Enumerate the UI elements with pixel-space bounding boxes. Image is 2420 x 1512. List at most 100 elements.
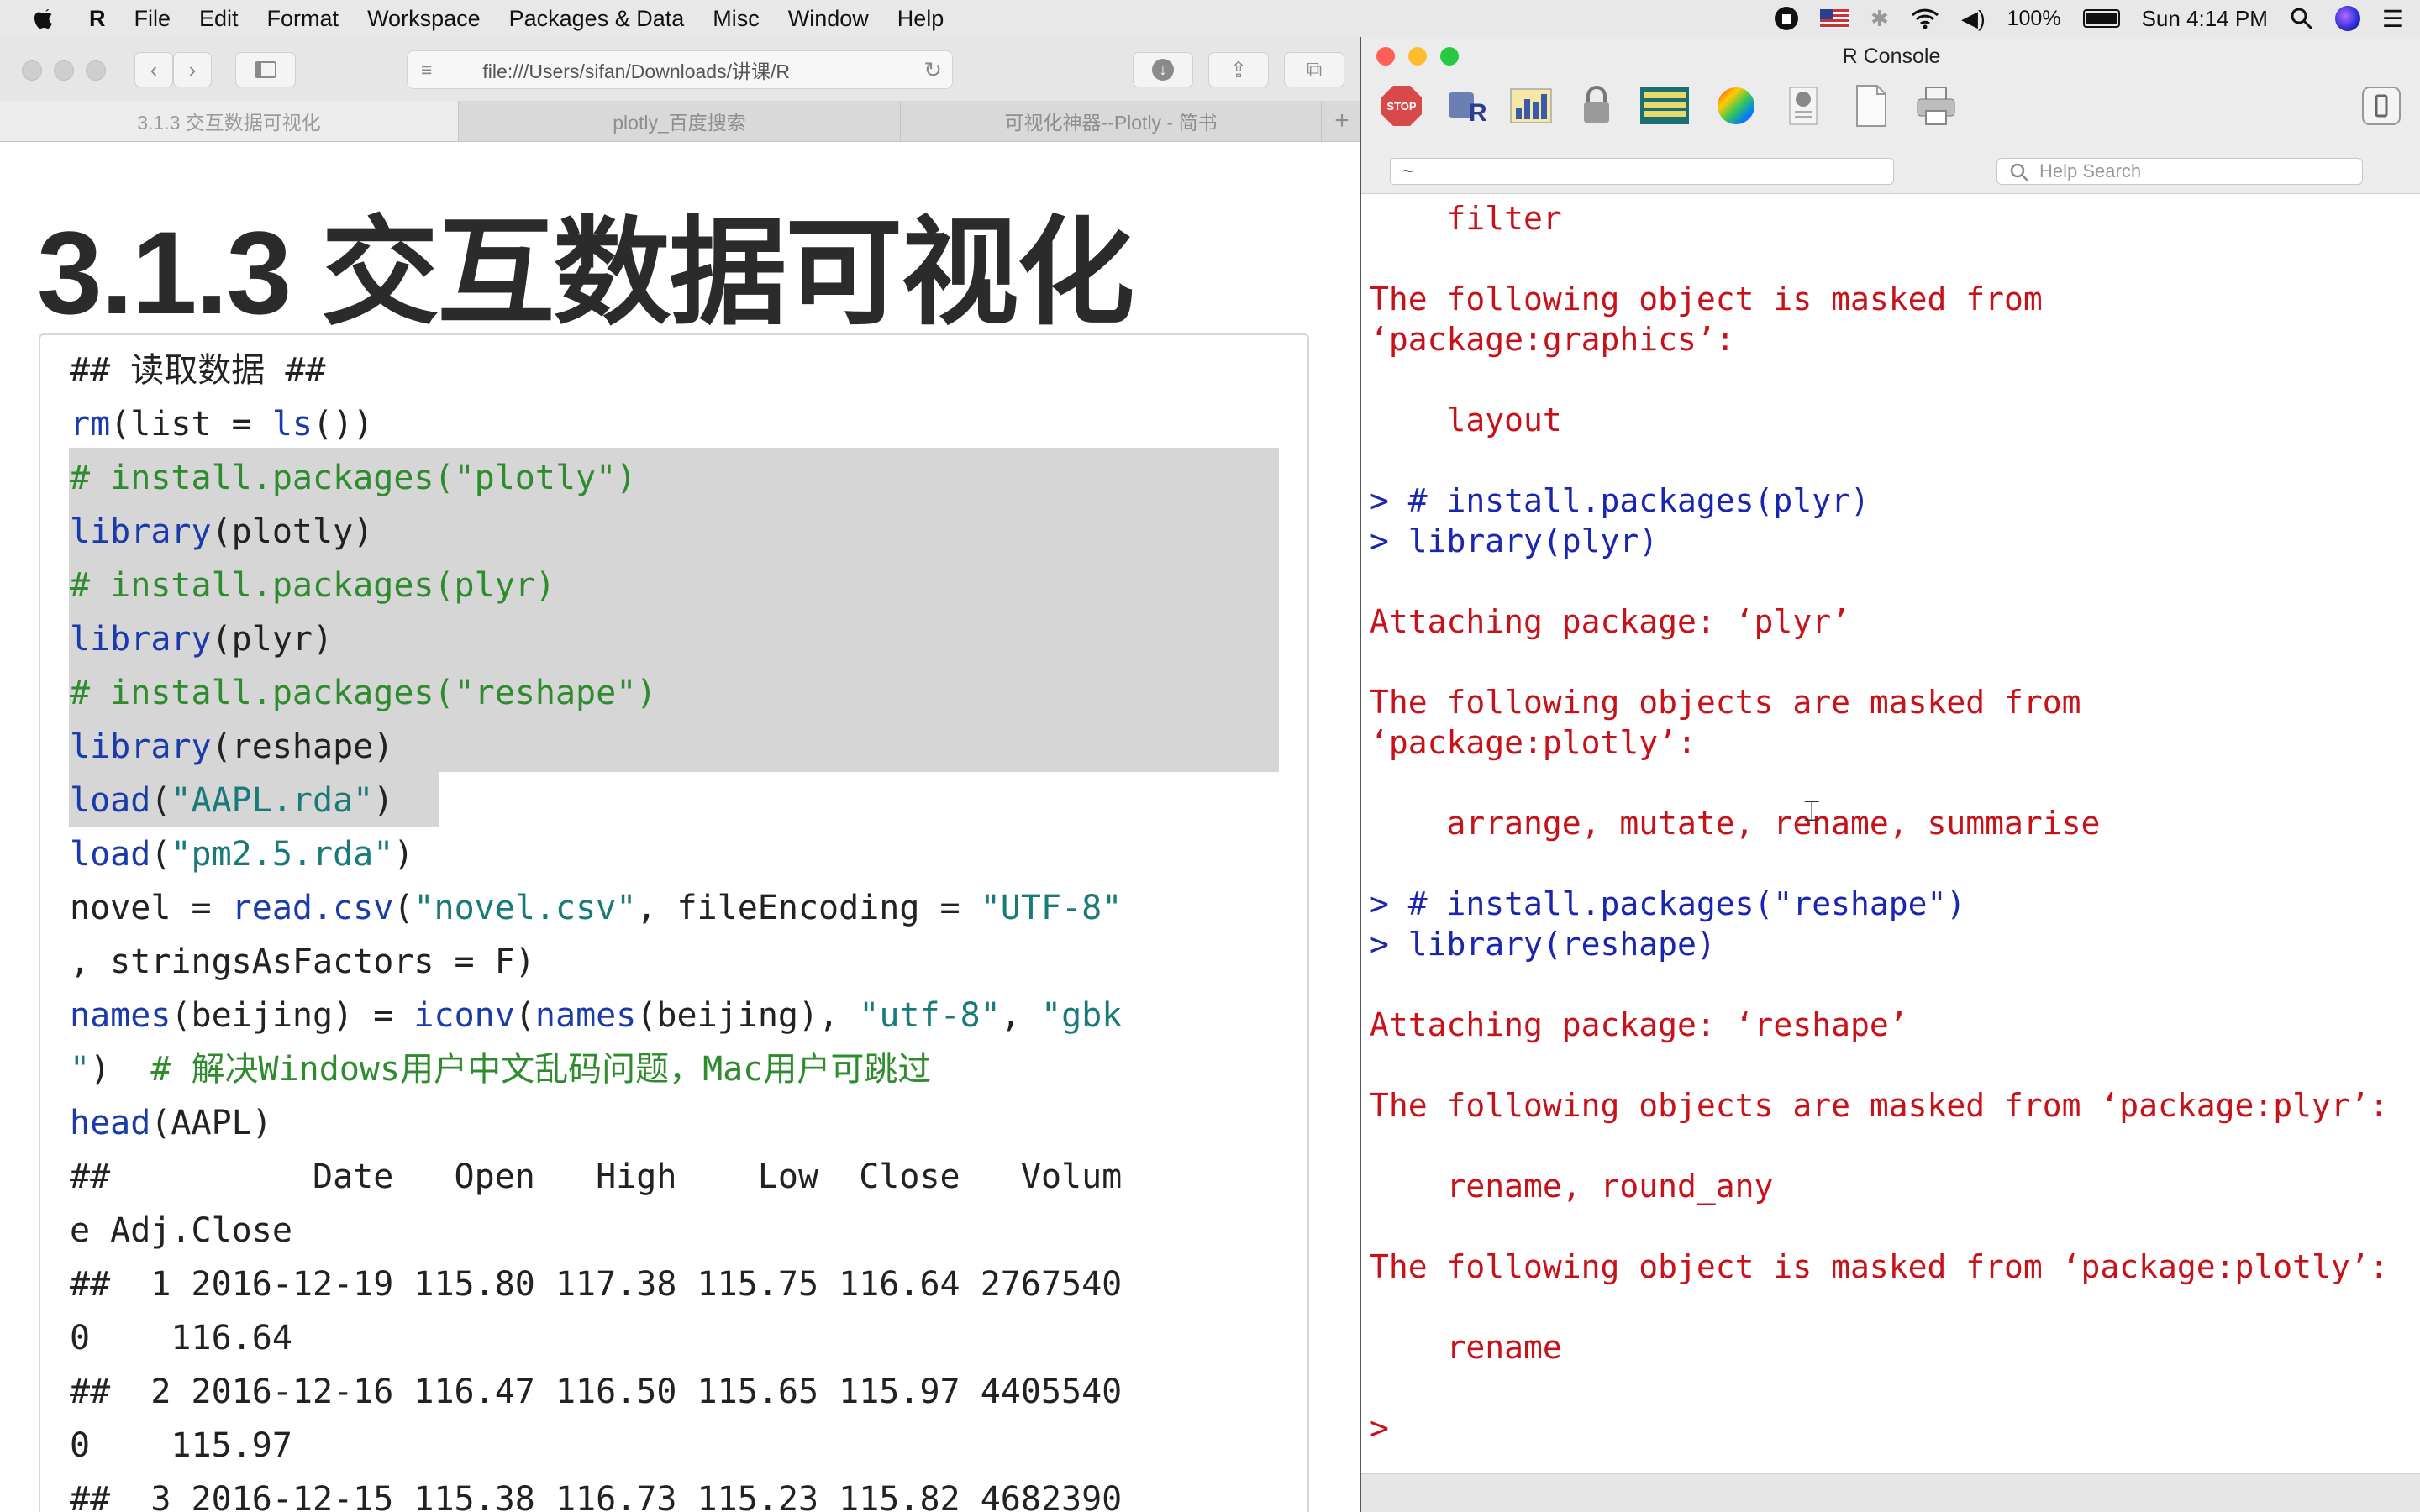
window-minimize-button[interactable] [54, 60, 74, 81]
code-token: read.csv [231, 889, 394, 927]
console-command-line: > # install.packages(plyr) [1370, 482, 1870, 519]
menu-edit[interactable]: Edit [199, 6, 239, 32]
menu-workspace[interactable]: Workspace [367, 6, 481, 32]
code-token: ## 1 2016-12-19 115.80 117.38 115.75 116… [70, 1265, 1123, 1304]
code-line: library(plotly) [70, 505, 373, 559]
lock-icon[interactable] [1575, 84, 1618, 128]
sidebar-button[interactable] [235, 52, 296, 87]
print-document-icon[interactable] [1781, 84, 1825, 128]
toggle-sidebar-icon[interactable] [2360, 84, 2403, 128]
battery-icon[interactable] [2082, 9, 2120, 28]
siri-icon[interactable] [2334, 6, 2360, 31]
chevron-right-icon: › [188, 56, 197, 82]
menu-r[interactable]: R [89, 6, 106, 32]
menu-file[interactable]: File [134, 6, 171, 32]
chevron-left-icon: ‹ [150, 56, 158, 82]
reload-icon[interactable]: ↻ [923, 57, 942, 83]
code-line: ") # 解决Windows用户中文乱码问题，Mac用户可跳过 [70, 1042, 931, 1096]
working-directory-field[interactable]: ~ [1390, 158, 1894, 185]
new-tab-button[interactable]: + [1322, 101, 1360, 141]
console-output-line: The following objects are masked from [1370, 684, 2081, 721]
share-button[interactable]: ⇪ [1208, 52, 1269, 87]
window-minimize-button[interactable] [1408, 47, 1427, 66]
show-all-tabs-button[interactable]: ⧉ [1284, 52, 1344, 87]
safari-toolbar: ‹ › ≡ file:///Users/sifan/Downloads/讲课/R… [0, 37, 1360, 102]
spotlight-search-icon[interactable] [2290, 7, 2313, 30]
stop-record-icon[interactable] [1775, 7, 1799, 30]
code-token: ## 3 2016-12-15 115.38 116.73 115.23 115… [70, 1480, 1123, 1512]
help-search-placeholder: Help Search [2039, 160, 2142, 181]
code-token: 0 115.97 [70, 1426, 292, 1465]
r-console-window: R Console STOP R ~ Help Search filter Th… [1360, 37, 2420, 1512]
back-button[interactable]: ‹ [134, 52, 173, 87]
console-output[interactable]: filter The following object is masked fro… [1361, 193, 2420, 1473]
code-line: # install.packages("plotly") [70, 451, 636, 505]
menu-window[interactable]: Window [788, 6, 869, 32]
search-icon [2009, 162, 2029, 182]
code-block[interactable]: ## 读取数据 ## rm(list = ls()) # install.packa… [39, 333, 1309, 1512]
code-token: "AAPL.rda" [171, 781, 374, 820]
code-token: ## 2 2016-12-16 116.47 116.50 115.65 115… [70, 1373, 1123, 1411]
code-line: ## Date Open High Low Close Volum [70, 1150, 1122, 1204]
share-icon: ⇪ [1229, 56, 1248, 82]
stop-button[interactable]: STOP [1380, 84, 1423, 128]
code-token: # 解决Windows用户中文乱码问题，Mac用户可跳过 [150, 1050, 932, 1089]
source-script-icon[interactable]: R [1444, 84, 1487, 128]
code-line: 0 115.97 [70, 1419, 292, 1473]
menu-help[interactable]: Help [897, 6, 944, 32]
window-zoom-button[interactable] [1440, 47, 1459, 66]
code-token: ## Date Open High Low Close Volum [70, 1158, 1123, 1196]
code-line: names(beijing) = iconv(names(beijing), "… [70, 989, 1122, 1042]
downloads-button[interactable]: ↓ [1133, 52, 1193, 87]
reader-icon[interactable]: ≡ [421, 59, 432, 81]
window-close-button[interactable] [1376, 47, 1395, 66]
code-line: # install.packages(plyr) [70, 559, 555, 612]
clock[interactable]: Sun 4:14 PM [2142, 6, 2268, 32]
code-line: e Adj.Close [70, 1204, 292, 1257]
code-token: , [1000, 996, 1041, 1035]
console-output-line: The following objects are masked from ‘p… [1370, 1087, 2389, 1124]
tab-plotly-baidu[interactable]: plotly_百度搜索 [459, 101, 901, 141]
color-picker-icon[interactable] [1714, 84, 1758, 128]
forward-button[interactable]: › [173, 52, 212, 87]
menu-format[interactable]: Format [267, 6, 339, 32]
code-token: ## 读取数据 ## [70, 351, 326, 390]
volume-icon[interactable]: ◀) [1961, 6, 1986, 32]
console-output-line: The following object is masked from [1370, 281, 2043, 318]
new-document-icon[interactable] [1849, 84, 1892, 128]
code-line: load("AAPL.rda") [70, 774, 393, 827]
tab-plotly-jianshu[interactable]: 可视化神器--Plotly - 简书 [901, 101, 1322, 141]
us-flag-icon[interactable] [1820, 9, 1849, 28]
code-token: load [70, 835, 151, 874]
code-token: , fileEncoding = [636, 889, 981, 927]
code-token: library [70, 512, 212, 551]
bluetooth-icon[interactable]: ✱ [1870, 6, 1889, 32]
code-token: "UTF-8" [980, 889, 1123, 927]
battery-percent[interactable]: 100% [2007, 7, 2061, 31]
menu-packages-data[interactable]: Packages & Data [509, 6, 685, 32]
notification-center-icon[interactable]: ☰ [2382, 5, 2403, 33]
data-editor-icon[interactable] [1639, 84, 1691, 128]
wifi-icon[interactable] [1911, 8, 1939, 29]
console-output-line: The following object is masked from ‘pac… [1370, 1248, 2389, 1285]
quartz-graphics-icon[interactable] [1509, 84, 1553, 128]
code-token: library [70, 620, 212, 659]
menu-misc[interactable]: Misc [713, 6, 760, 32]
r-console-titlebar: R Console [1361, 37, 2420, 76]
safari-window: ‹ › ≡ file:///Users/sifan/Downloads/讲课/R… [0, 37, 1360, 1512]
tab-interactive-visualization[interactable]: 3.1.3 交互数据可视化 [0, 101, 459, 141]
code-token: rm [70, 405, 111, 444]
console-output-line: Attaching package: ‘plyr’ [1370, 603, 1850, 640]
code-token: ( [393, 889, 414, 927]
code-token: "gbk [1041, 996, 1123, 1035]
apple-icon[interactable] [34, 6, 55, 31]
code-token: names [70, 996, 171, 1035]
window-close-button[interactable] [22, 60, 42, 81]
help-search-input[interactable]: Help Search [1996, 158, 2363, 185]
console-output-line: ‘package:graphics’: [1370, 321, 1735, 358]
code-line: , stringsAsFactors = F) [70, 935, 535, 989]
printer-icon[interactable] [1914, 84, 1958, 128]
window-zoom-button[interactable] [86, 60, 106, 81]
address-bar[interactable]: ≡ file:///Users/sifan/Downloads/讲课/R ↻ [407, 50, 953, 89]
code-token: 0 116.64 [70, 1319, 292, 1357]
